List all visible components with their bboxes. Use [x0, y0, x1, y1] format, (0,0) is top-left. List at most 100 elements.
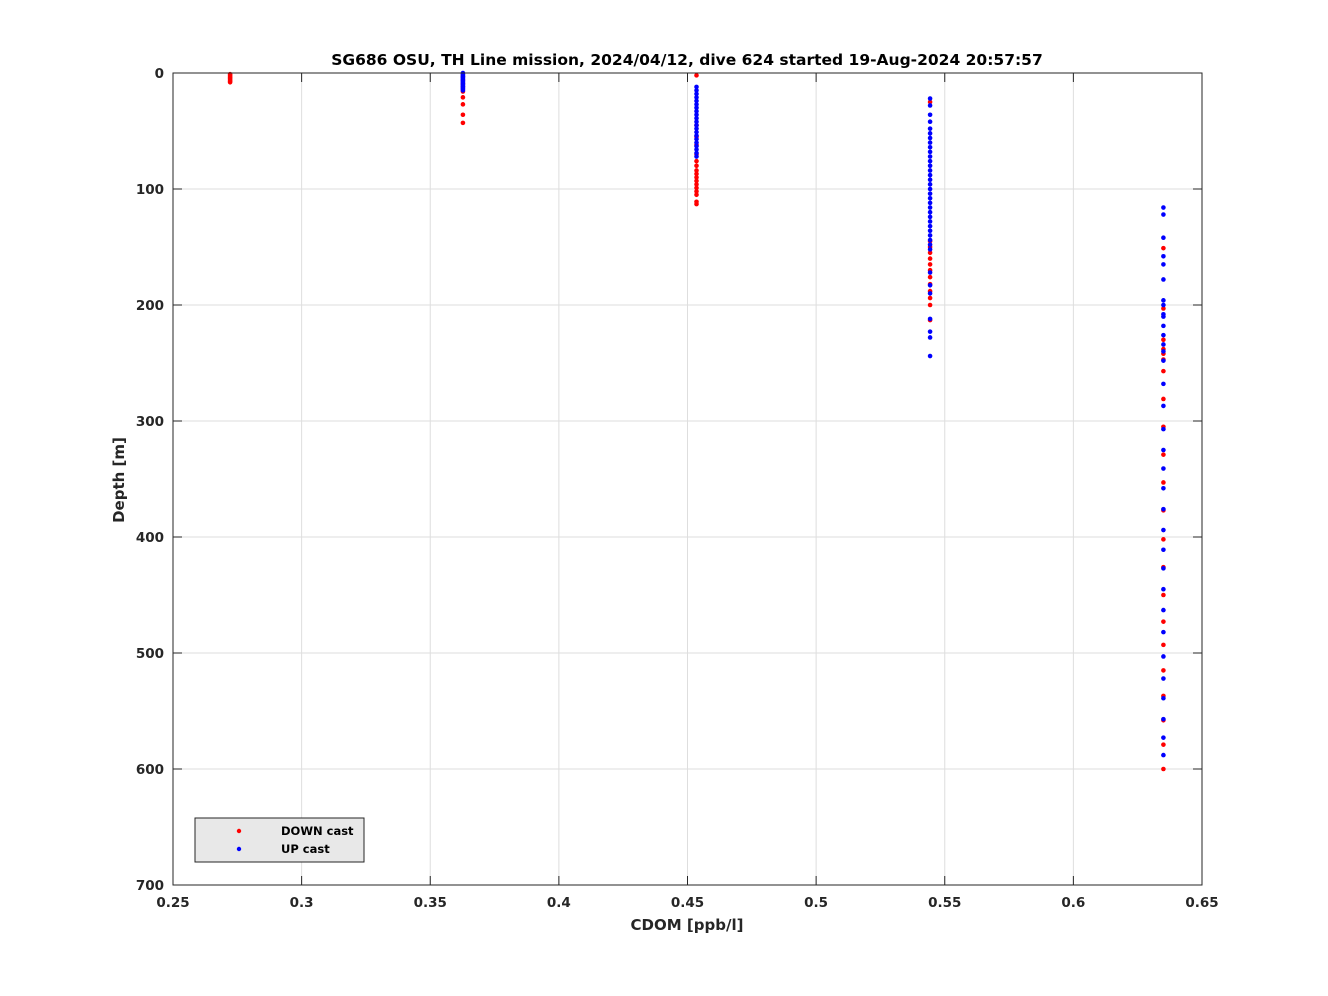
- data-point: [694, 201, 699, 207]
- legend-marker-up-cast: [236, 846, 242, 852]
- data-point: [1161, 262, 1166, 267]
- data-point: [927, 219, 933, 224]
- x-tick-label: 0.6: [1061, 895, 1085, 911]
- x-tick-label: 0.35: [414, 895, 447, 911]
- data-point: [1161, 485, 1166, 491]
- data-point: [927, 119, 933, 125]
- data-point: [927, 158, 933, 164]
- cdom-depth-chart: 0.25 0.3 0.35 0.4 0.45 0.5 0.55 0.6 0.65 0 100 200…: [0, 0, 1328, 996]
- data-point: [927, 209, 933, 215]
- data-point: [1161, 314, 1166, 319]
- data-point: [1161, 586, 1166, 592]
- data-point: [927, 126, 933, 131]
- data-point: [1161, 480, 1166, 485]
- data-point: [927, 96, 933, 101]
- data-point: [927, 195, 933, 201]
- data-point: [1161, 302, 1166, 308]
- data-point: [460, 95, 466, 100]
- data-point: [1161, 381, 1166, 387]
- data-point: [1161, 742, 1166, 747]
- x-axis-label: CDOM [ppb/l]: [631, 916, 744, 934]
- data-point: [694, 154, 699, 159]
- data-point: [927, 168, 933, 173]
- data-point: [927, 242, 933, 247]
- data-point: [927, 316, 933, 322]
- data-point: [927, 135, 933, 141]
- data-point: [460, 120, 466, 126]
- chart-title: SG686 OSU, TH Line mission, 2024/04/12, …: [331, 51, 1043, 69]
- data-point: [927, 282, 933, 288]
- x-tick-label: 0.5: [804, 895, 828, 911]
- data-point: [927, 237, 933, 243]
- data-point: [927, 262, 933, 267]
- data-point: [694, 73, 699, 78]
- y-tick-label: 100: [136, 182, 164, 198]
- data-point: [927, 291, 933, 296]
- legend-marker-down-cast: [236, 828, 242, 834]
- data-point: [1161, 716, 1166, 722]
- data-point: [927, 295, 933, 301]
- data-point: [927, 140, 933, 145]
- data-point: [927, 353, 933, 359]
- y-tick-label: 200: [136, 298, 164, 314]
- data-point: [1161, 447, 1166, 453]
- data-point: [927, 186, 933, 192]
- data-point: [927, 335, 933, 340]
- data-point: [1161, 349, 1166, 354]
- data-point: [927, 163, 933, 169]
- data-point: [1161, 337, 1166, 343]
- data-point: [1161, 592, 1166, 598]
- data-point: [927, 112, 933, 118]
- data-point: [1161, 212, 1166, 217]
- data-point: [1161, 642, 1166, 648]
- y-tick-label: 0: [155, 66, 164, 82]
- data-point: [927, 214, 933, 220]
- data-point: [1161, 766, 1166, 772]
- legend-label-up-cast: UP cast: [281, 842, 330, 856]
- data-point: [927, 149, 933, 155]
- x-tick-label: 0.25: [156, 895, 189, 911]
- data-point: [460, 102, 466, 107]
- data-point: [1161, 235, 1166, 241]
- data-point: [694, 163, 699, 169]
- data-point: [1161, 506, 1166, 512]
- data-point: [227, 79, 233, 85]
- data-point: [1161, 676, 1166, 681]
- data-point: [927, 223, 933, 229]
- data-point: [1161, 619, 1166, 624]
- data-point: [1161, 752, 1166, 758]
- data-point: [927, 256, 933, 261]
- data-point: [927, 329, 933, 334]
- y-tick-label: 500: [136, 646, 164, 662]
- data-point: [927, 270, 933, 275]
- data-point: [927, 302, 933, 308]
- data-point: [460, 112, 466, 118]
- data-point: [1161, 253, 1166, 259]
- data-point: [1161, 332, 1166, 338]
- data-point: [1161, 323, 1166, 329]
- data-point: [1161, 607, 1166, 613]
- data-point: [1161, 735, 1166, 740]
- x-tick-label: 0.55: [928, 895, 961, 911]
- data-point: [927, 200, 933, 206]
- y-axis-label: Depth [m]: [110, 437, 128, 523]
- x-tick-label: 0.45: [671, 895, 704, 911]
- data-point: [1161, 566, 1166, 571]
- data-point: [1161, 368, 1166, 374]
- legend: DOWN cast UP cast: [194, 817, 365, 863]
- data-point: [1161, 403, 1166, 409]
- data-point: [927, 228, 933, 234]
- data-point: [1161, 298, 1166, 303]
- data-point: [1161, 547, 1166, 553]
- data-point: [1161, 396, 1166, 402]
- data-point: [1161, 527, 1166, 533]
- data-point: [927, 154, 933, 159]
- data-point: [927, 177, 933, 183]
- data-point: [1161, 205, 1166, 210]
- y-tick-label: 600: [136, 762, 164, 778]
- data-point: [927, 182, 933, 187]
- x-tick-label: 0.3: [290, 895, 314, 911]
- data-point: [927, 191, 933, 196]
- data-point: [1161, 629, 1166, 635]
- data-point: [1161, 654, 1166, 659]
